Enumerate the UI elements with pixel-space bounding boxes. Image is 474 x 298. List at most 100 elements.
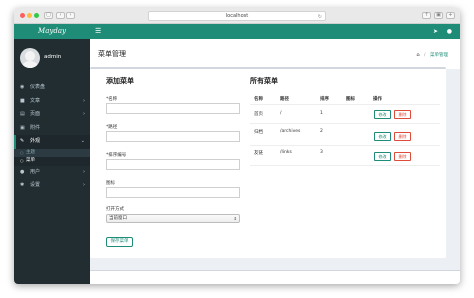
page-icon: ▤ bbox=[20, 111, 25, 117]
forward-icon[interactable]: › bbox=[66, 12, 75, 19]
sidebar-item-settings[interactable]: ✱ 设置 › bbox=[14, 179, 90, 193]
appearance-submenu: ○ 主题 ○ 菜单 bbox=[14, 148, 90, 166]
article-icon: ■ bbox=[20, 97, 25, 104]
avatar bbox=[20, 48, 40, 68]
column-header-actions: 操作 bbox=[373, 97, 382, 102]
name-input[interactable] bbox=[106, 103, 240, 114]
address-text: localhost bbox=[225, 13, 249, 19]
chevron-right-icon: › bbox=[83, 111, 85, 117]
breadcrumb-separator: / bbox=[424, 53, 426, 58]
breadcrumb-current: 菜单管理 bbox=[430, 53, 448, 58]
address-bar[interactable]: localhost ↻ bbox=[148, 11, 326, 21]
sidebar-item-label: 设置 bbox=[30, 182, 41, 188]
sidebar-toggle-icon[interactable]: ▢ bbox=[44, 12, 53, 19]
row-sort: 3 bbox=[320, 150, 323, 155]
column-header-path: 路径 bbox=[280, 97, 289, 102]
sidebar-item-dashboard[interactable]: ◉ 仪表盘 bbox=[14, 81, 90, 95]
maximize-window-button[interactable] bbox=[34, 13, 39, 18]
row-name: 归档 bbox=[254, 130, 263, 135]
all-menus-heading: 所有菜单 bbox=[250, 77, 278, 85]
sidebar-item-pages[interactable]: ▤ 页面 › bbox=[14, 108, 90, 122]
icon-input[interactable] bbox=[106, 187, 240, 198]
delete-button[interactable]: 删除 bbox=[394, 152, 411, 161]
target-label: 打开方式 bbox=[106, 207, 124, 212]
edit-button[interactable]: 修改 bbox=[374, 132, 391, 141]
column-header-name: 名称 bbox=[254, 97, 263, 102]
column-header-sort: 排序 bbox=[320, 97, 329, 102]
row-name: 友链 bbox=[254, 151, 263, 156]
home-icon[interactable]: ⌂ bbox=[416, 52, 419, 58]
minimize-window-button[interactable] bbox=[27, 13, 32, 18]
dashboard-icon: ◉ bbox=[20, 84, 25, 90]
top-navbar: ☰ ➤ ● bbox=[90, 24, 460, 39]
row-path: /archives bbox=[280, 129, 301, 134]
table-header-divider bbox=[250, 104, 440, 105]
content-box: 添加菜单 *名称 *路径 *排序编号 图标 打开方式 当前窗口 ⇕ 保存菜单 所… bbox=[90, 67, 446, 258]
sidebar-subitem-label: 主题 bbox=[26, 149, 35, 155]
back-icon[interactable]: ‹ bbox=[56, 12, 65, 19]
row-name: 首页 bbox=[254, 112, 263, 117]
sidebar-item-label: 页面 bbox=[30, 111, 41, 117]
sidebar-subitem-themes[interactable]: ○ 主题 bbox=[14, 149, 90, 158]
share-icon[interactable]: ↑ bbox=[422, 12, 431, 19]
sidebar: Mayday admin ◉ 仪表盘 ■ 文章 › ▤ 页面 › ▣ 附件 ✎ … bbox=[14, 24, 90, 284]
row-path: / bbox=[280, 111, 282, 116]
browser-chrome: ▢ ‹ › localhost ↻ ↑ ▣ + bbox=[14, 8, 460, 24]
row-sort: 2 bbox=[320, 129, 323, 134]
sort-label: *排序编号 bbox=[106, 153, 127, 158]
table-row-divider bbox=[250, 145, 440, 146]
table-row-divider bbox=[250, 123, 440, 124]
row-sort: 1 bbox=[320, 111, 323, 116]
sidebar-item-label: 附件 bbox=[30, 124, 41, 131]
settings-icon: ✱ bbox=[20, 182, 25, 188]
target-select-value: 当前窗口 bbox=[109, 216, 127, 221]
tabs-icon[interactable]: ▣ bbox=[434, 12, 443, 19]
user-icon: ● bbox=[20, 168, 25, 175]
add-menu-heading: 添加菜单 bbox=[106, 77, 134, 85]
sidebar-item-articles[interactable]: ■ 文章 › bbox=[14, 95, 90, 109]
sort-input[interactable] bbox=[106, 159, 240, 170]
logo[interactable]: Mayday bbox=[14, 24, 90, 39]
new-tab-icon[interactable]: + bbox=[446, 12, 455, 19]
delete-button[interactable]: 删除 bbox=[394, 132, 411, 141]
path-input[interactable] bbox=[106, 131, 240, 142]
chevron-right-icon: › bbox=[83, 168, 85, 175]
row-path: /links bbox=[280, 150, 292, 155]
sidebar-subitem-menus[interactable]: ○ 菜单 bbox=[14, 157, 90, 166]
delete-button[interactable]: 删除 bbox=[394, 110, 411, 119]
sidebar-item-label: 仪表盘 bbox=[30, 84, 46, 90]
sidebar-item-label: 文章 bbox=[30, 97, 41, 104]
edit-button[interactable]: 修改 bbox=[374, 110, 391, 119]
paper-plane-icon[interactable]: ➤ bbox=[433, 24, 438, 39]
path-label: *路径 bbox=[106, 125, 118, 130]
user-panel: admin bbox=[14, 39, 90, 81]
edit-button[interactable]: 修改 bbox=[374, 152, 391, 161]
user-name: admin bbox=[44, 54, 62, 60]
column-header-icon: 图标 bbox=[346, 97, 355, 102]
sidebar-item-attachments[interactable]: ▣ 附件 bbox=[14, 122, 90, 136]
hamburger-menu-icon[interactable]: ☰ bbox=[95, 24, 101, 39]
page-footer bbox=[90, 270, 460, 284]
chevron-right-icon: › bbox=[83, 182, 85, 188]
chevron-right-icon: › bbox=[83, 97, 85, 104]
attachment-icon: ▣ bbox=[20, 124, 25, 131]
sidebar-item-label: 外观 bbox=[30, 138, 41, 144]
sidebar-item-users[interactable]: ● 用户 › bbox=[14, 166, 90, 180]
save-menu-button[interactable]: 保存菜单 bbox=[106, 237, 133, 247]
user-menu-icon[interactable]: ● bbox=[447, 24, 452, 39]
circle-icon: ○ bbox=[20, 158, 24, 163]
icon-label: 图标 bbox=[106, 181, 115, 186]
select-arrows-icon: ⇕ bbox=[233, 216, 237, 221]
close-window-button[interactable] bbox=[20, 13, 25, 18]
chevron-down-icon: ⌄ bbox=[80, 138, 85, 144]
appearance-icon: ✎ bbox=[20, 138, 25, 144]
circle-icon: ○ bbox=[20, 149, 24, 155]
sidebar-item-label: 用户 bbox=[30, 168, 41, 175]
sidebar-item-appearance[interactable]: ✎ 外观 ⌄ bbox=[14, 135, 90, 149]
table-row-divider bbox=[250, 165, 440, 166]
name-label: *名称 bbox=[106, 97, 118, 102]
reload-icon[interactable]: ↻ bbox=[318, 13, 322, 21]
breadcrumb: ⌂ / 菜单管理 bbox=[416, 52, 448, 58]
page-title: 菜单管理 bbox=[98, 50, 126, 58]
target-select[interactable]: 当前窗口 ⇕ bbox=[106, 214, 240, 223]
